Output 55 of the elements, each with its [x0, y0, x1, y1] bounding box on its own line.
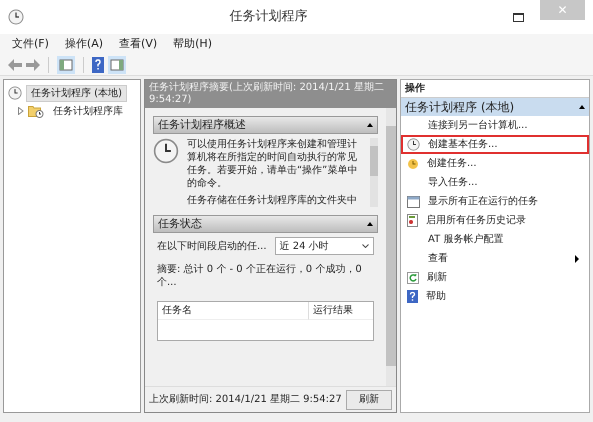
menu-item[interactable]: 帮助(H) [173, 36, 212, 52]
menu-item[interactable]: 操作(A) [64, 36, 104, 52]
action-item[interactable]: 查看 [401, 249, 589, 268]
clock-icon [8, 86, 22, 100]
window-list-icon [407, 196, 420, 208]
forward-arrow-icon[interactable] [26, 58, 40, 70]
section-header[interactable]: 任务状态 [153, 215, 378, 233]
menu-item[interactable]: 查看(V) [119, 36, 158, 52]
tree-item[interactable]: 任务计划程序库 [48, 102, 128, 120]
action-item[interactable]: AT 服务帐户配置 [401, 230, 589, 249]
help-icon[interactable] [92, 56, 104, 72]
actions-group-header[interactable]: 任务计划程序 (本地) [401, 98, 589, 116]
collapse-triangle-icon[interactable] [579, 105, 585, 109]
document-icon [407, 214, 418, 227]
last-refresh-text: 上次刷新时间: 2014/1/21 星期二 9:54:27 [149, 392, 342, 407]
section-header[interactable]: 任务计划程序概述 [153, 116, 378, 134]
submenu-arrow-icon [575, 254, 579, 262]
collapse-triangle-icon[interactable] [367, 123, 373, 127]
maximize-icon[interactable] [513, 12, 524, 22]
filter-label: 在以下时间段启动的任... [157, 240, 267, 254]
clock-icon [407, 138, 420, 151]
large-clock-icon [153, 138, 179, 164]
scrollbar [370, 138, 378, 207]
refresh-icon [407, 272, 419, 284]
task-icon [407, 158, 419, 170]
expand-arrow-icon[interactable] [18, 107, 24, 115]
section-title: 任务计划程序概述 [158, 116, 246, 133]
refresh-button[interactable]: 刷新 [346, 390, 392, 410]
folder-clock-icon [28, 104, 44, 118]
summary-header: 任务计划程序摘要(上次刷新时间: 2014/1/21 星期二 9:54:27) [145, 80, 396, 108]
back-arrow-icon[interactable] [8, 58, 22, 70]
action-item[interactable]: 连接到另一台计算机... [401, 116, 589, 135]
action-item[interactable]: 刷新 [401, 268, 589, 287]
show-action-pane-icon[interactable] [108, 56, 126, 74]
action-item[interactable]: 创建任务... [401, 154, 589, 173]
summary-text: 摘要: 总计 0 个 - 0 个正在运行，0 个成功，0 个... [157, 263, 363, 289]
action-item[interactable]: 显示所有正在运行的任务 [401, 192, 589, 211]
tree-item[interactable]: 任务计划程序 (本地) [26, 84, 127, 102]
action-item[interactable]: 创建基本任务... [401, 135, 589, 154]
show-tree-icon[interactable] [57, 56, 75, 74]
chevron-down-icon [362, 244, 369, 248]
menu-item[interactable]: 文件(F) [12, 36, 49, 52]
window-title: 任务计划程序 [228, 8, 308, 26]
action-item[interactable]: 启用所有任务历史记录 [401, 211, 589, 230]
column-header[interactable]: 运行结果 [309, 302, 373, 320]
collapse-triangle-icon[interactable] [367, 222, 373, 226]
action-item[interactable]: 帮助 [401, 287, 589, 306]
overview-text: 可以使用任务计划程序来创建和管理计算机将在所指定的时间自动执行的常见任务。若要开始，请单击“操作”菜单中的命令。 [187, 138, 358, 190]
action-item[interactable]: 导入任务... [401, 173, 589, 192]
column-header[interactable]: 任务名 [158, 302, 309, 320]
overview-text: 任务存储在任务计划程序库的文件夹中 [187, 194, 358, 207]
help-icon [407, 290, 418, 303]
app-clock-icon [8, 9, 24, 25]
section-title: 任务状态 [158, 216, 202, 232]
time-range-dropdown[interactable]: 近 24 小时 [274, 237, 374, 255]
